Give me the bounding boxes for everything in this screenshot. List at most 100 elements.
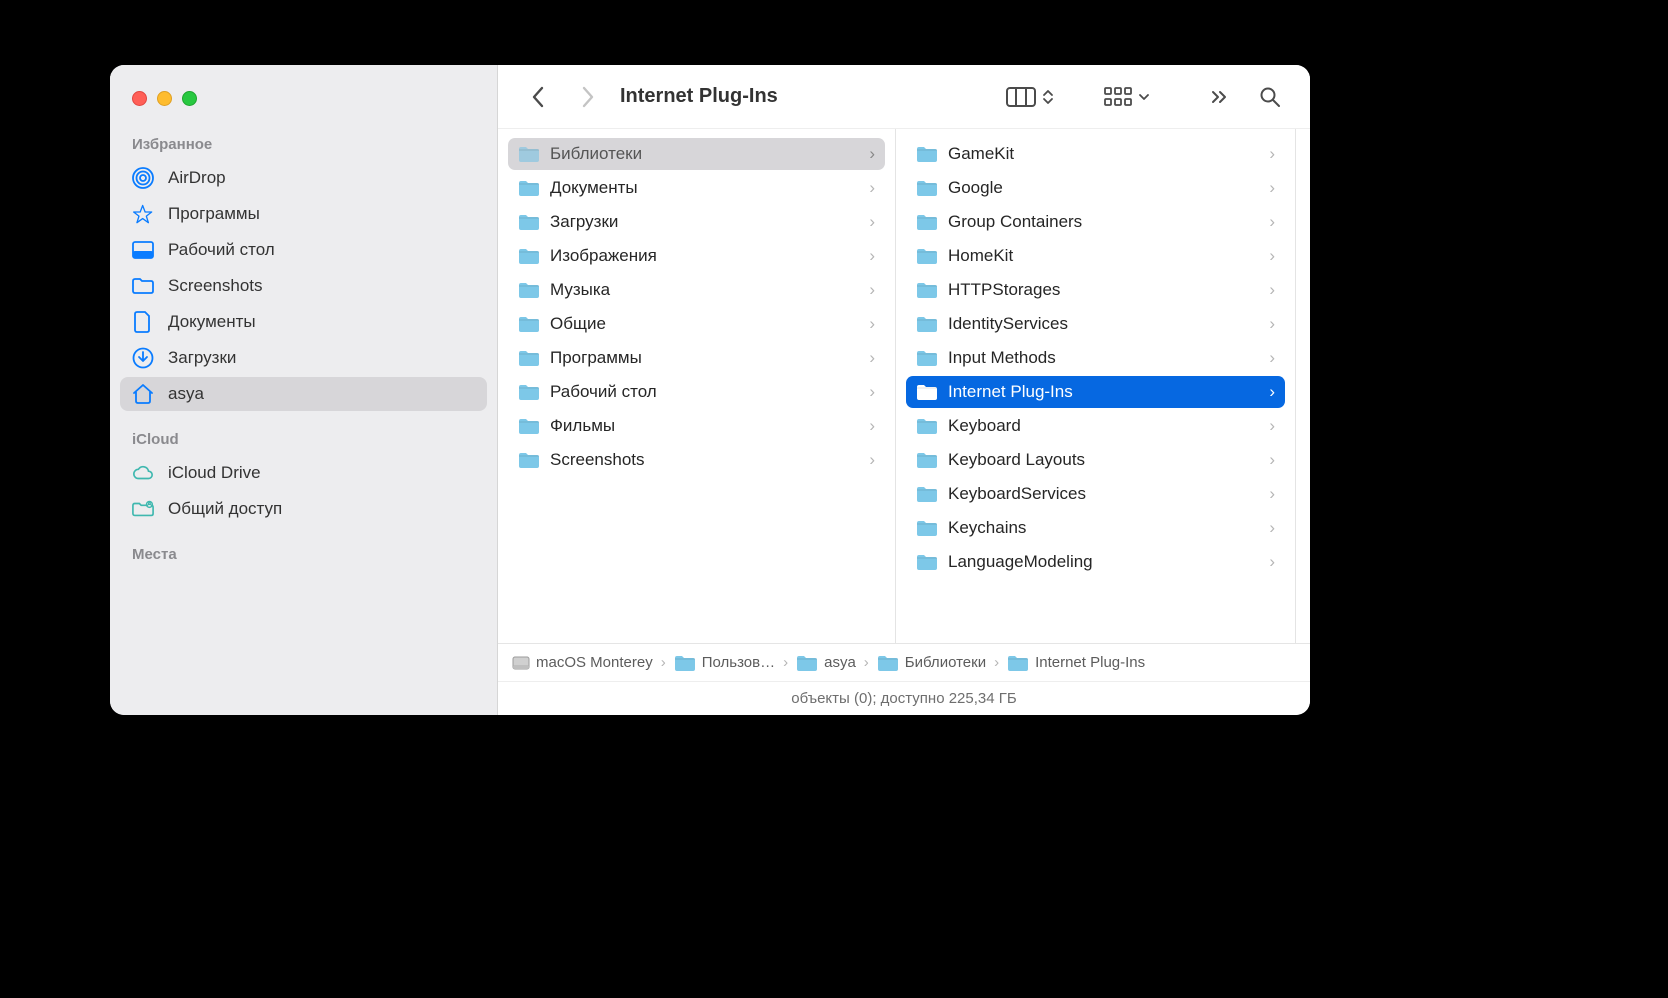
folder-icon bbox=[916, 485, 938, 503]
sidebar-item-airdrop[interactable]: AirDrop bbox=[120, 161, 487, 195]
column-browser: Библиотеки›Документы› Загрузки › Изображени… bbox=[498, 129, 1310, 643]
sidebar-item-asya[interactable]: asya bbox=[120, 377, 487, 411]
folder-row[interactable]: Internet Plug-Ins› bbox=[906, 376, 1285, 408]
folder-row[interactable]: Изображения› bbox=[508, 240, 885, 272]
sidebar-item-рабочий-стол[interactable]: Рабочий стол bbox=[120, 233, 487, 267]
folder-row[interactable]: GameKit› bbox=[906, 138, 1285, 170]
folder-icon bbox=[518, 349, 540, 367]
sidebar-item-документы[interactable]: Документы bbox=[120, 305, 487, 339]
chevron-right-icon: › bbox=[869, 178, 875, 198]
folder-label: IdentityServices bbox=[948, 314, 1259, 334]
minimize-button[interactable] bbox=[157, 91, 172, 106]
folder-icon bbox=[916, 553, 938, 571]
folder-label: Group Containers bbox=[948, 212, 1259, 232]
sidebar-item-label: Общий доступ bbox=[168, 499, 282, 519]
folder-row[interactable]: Keychains› bbox=[906, 512, 1285, 544]
sidebar-item-label: asya bbox=[168, 384, 204, 404]
folder-label: Изображения bbox=[550, 246, 859, 266]
sidebar-section-favorites: Избранное bbox=[110, 130, 497, 159]
chevron-right-icon: › bbox=[1269, 518, 1275, 538]
chevron-right-icon: › bbox=[869, 144, 875, 164]
folder-row[interactable]: Group Containers › bbox=[906, 206, 1285, 238]
chevron-down-icon bbox=[1138, 92, 1150, 102]
folder-icon bbox=[518, 179, 540, 197]
folder-label: LanguageModeling bbox=[948, 552, 1259, 572]
path-crumb[interactable]: Пользов… bbox=[674, 654, 775, 672]
folder-row[interactable]: LanguageModeling › bbox=[906, 546, 1285, 578]
folder-row[interactable]: Музыка› bbox=[508, 274, 885, 306]
sidebar-item-icloud-drive[interactable]: iCloud Drive bbox=[120, 456, 487, 490]
chevron-right-icon: › bbox=[1269, 552, 1275, 572]
sidebar-item-программы[interactable]: Программы bbox=[120, 197, 487, 231]
chevron-right-icon: › bbox=[869, 212, 875, 232]
search-button[interactable] bbox=[1250, 77, 1290, 117]
path-crumb[interactable]: Internet Plug-Ins bbox=[1007, 654, 1145, 672]
column-1[interactable]: Библиотеки›Документы› Загрузки › Изображени… bbox=[498, 129, 896, 643]
folder-label: Загрузки bbox=[550, 212, 859, 232]
folder-icon bbox=[518, 247, 540, 265]
chevrons-right-icon bbox=[1211, 90, 1229, 104]
close-button[interactable] bbox=[132, 91, 147, 106]
folder-row[interactable]: Keyboard› bbox=[906, 410, 1285, 442]
chevron-right-icon: › bbox=[992, 654, 1001, 671]
folder-icon bbox=[518, 417, 540, 435]
folder-icon bbox=[1007, 654, 1029, 672]
folder-row[interactable]: Keyboard Layouts› bbox=[906, 444, 1285, 476]
folder-icon bbox=[132, 275, 154, 297]
folder-icon bbox=[916, 349, 938, 367]
folder-row[interactable]: HomeKit› bbox=[906, 240, 1285, 272]
folder-label: Google bbox=[948, 178, 1259, 198]
updown-icon bbox=[1042, 88, 1054, 106]
path-crumb[interactable]: Библиотеки bbox=[877, 654, 986, 672]
folder-icon bbox=[916, 213, 938, 231]
path-crumb[interactable]: macOS Monterey bbox=[512, 654, 653, 672]
folder-label: Общие bbox=[550, 314, 859, 334]
folder-icon bbox=[916, 451, 938, 469]
zoom-button[interactable] bbox=[182, 91, 197, 106]
folder-icon bbox=[518, 451, 540, 469]
chevron-right-icon: › bbox=[1269, 212, 1275, 232]
chevron-right-icon: › bbox=[1269, 450, 1275, 470]
path-crumb-label: Библиотеки bbox=[905, 654, 986, 671]
folder-row[interactable]: Input Methods› bbox=[906, 342, 1285, 374]
path-crumb-label: Internet Plug-Ins bbox=[1035, 654, 1145, 671]
sidebar-item-общий-доступ[interactable]: Общий доступ bbox=[120, 492, 487, 526]
back-button[interactable] bbox=[518, 77, 558, 117]
folder-row[interactable]: Рабочий стол› bbox=[508, 376, 885, 408]
folder-row[interactable]: Google› bbox=[906, 172, 1285, 204]
sidebar-item-label: iCloud Drive bbox=[168, 463, 261, 483]
document-icon bbox=[132, 311, 154, 333]
view-mode-button[interactable] bbox=[1006, 86, 1054, 108]
folder-icon bbox=[916, 247, 938, 265]
folder-row[interactable]: Screenshots› bbox=[508, 444, 885, 476]
folder-icon bbox=[916, 179, 938, 197]
chevron-right-icon: › bbox=[1269, 144, 1275, 164]
overflow-button[interactable] bbox=[1200, 77, 1240, 117]
column-2[interactable]: GameKit›Google›Group Containers›HomeKit›… bbox=[896, 129, 1296, 643]
sidebar-section-locations: Места bbox=[110, 540, 497, 569]
folder-icon bbox=[518, 383, 540, 401]
path-bar: macOS Monterey›Пользов…›asya›Библиотеки›… bbox=[498, 643, 1310, 681]
folder-row[interactable]: Загрузки › bbox=[508, 206, 885, 238]
folder-row[interactable]: HTTPStorages› bbox=[906, 274, 1285, 306]
chevron-right-icon: › bbox=[869, 382, 875, 402]
folder-row[interactable]: Программы› bbox=[508, 342, 885, 374]
sidebar-item-screenshots[interactable]: Screenshots bbox=[120, 269, 487, 303]
folder-label: Музыка bbox=[550, 280, 859, 300]
folder-row[interactable]: IdentityServices› bbox=[906, 308, 1285, 340]
folder-row[interactable]: Фильмы› bbox=[508, 410, 885, 442]
folder-row[interactable]: Общие› bbox=[508, 308, 885, 340]
airdrop-icon bbox=[132, 167, 154, 189]
chevron-right-icon: › bbox=[1269, 382, 1275, 402]
folder-row[interactable]: Документы› bbox=[508, 172, 885, 204]
forward-button[interactable] bbox=[568, 77, 608, 117]
chevron-right-icon: › bbox=[1269, 484, 1275, 504]
folder-row[interactable]: Библиотеки› bbox=[508, 138, 885, 170]
folder-row[interactable]: KeyboardServices › bbox=[906, 478, 1285, 510]
chevron-right-icon: › bbox=[1269, 246, 1275, 266]
sidebar-item-загрузки[interactable]: Загрузки bbox=[120, 341, 487, 375]
folder-label: KeyboardServices bbox=[948, 484, 1259, 504]
path-crumb-label: Пользов… bbox=[702, 654, 775, 671]
group-by-button[interactable] bbox=[1104, 87, 1150, 107]
path-crumb[interactable]: asya bbox=[796, 654, 856, 672]
